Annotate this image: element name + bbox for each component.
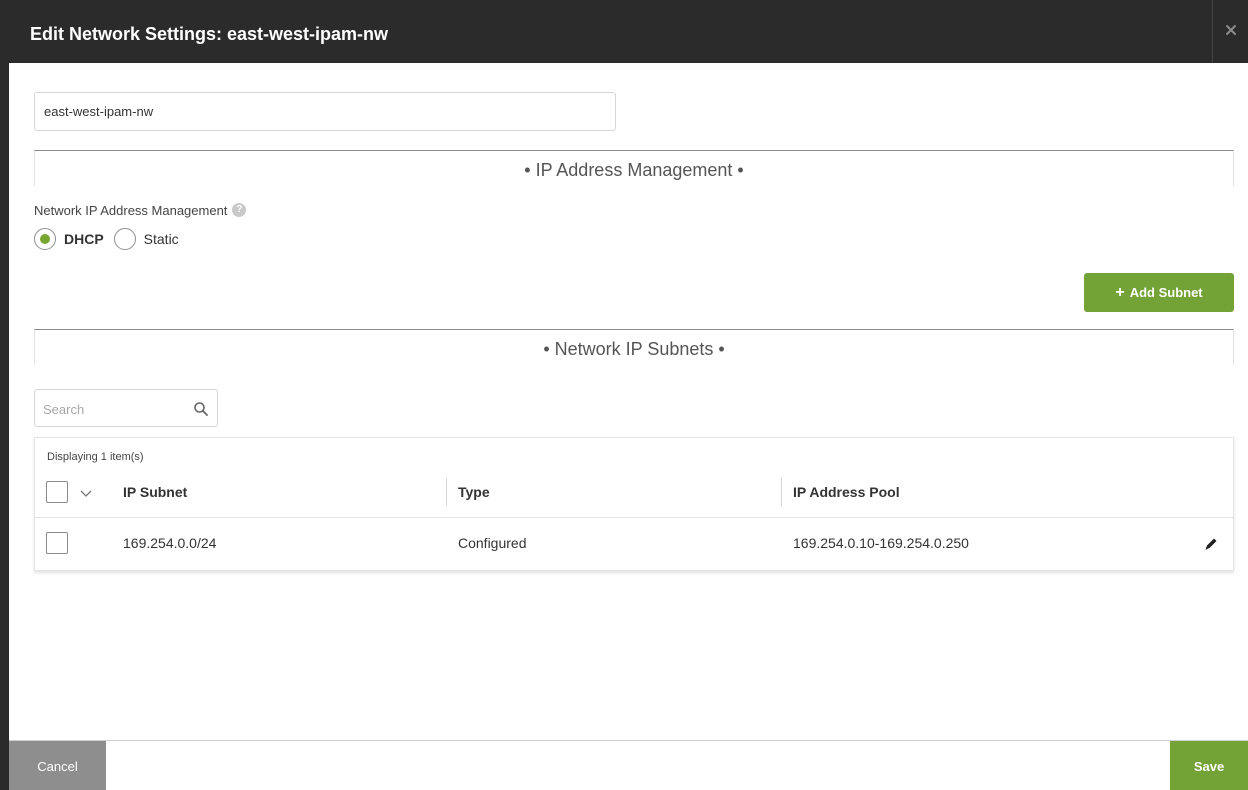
save-button[interactable]: Save: [1170, 741, 1248, 790]
ipam-section-title: • IP Address Management •: [524, 160, 744, 180]
pencil-edit-icon[interactable]: [1203, 536, 1219, 552]
search-box: [34, 389, 218, 427]
add-subnet-label: Add Subnet: [1129, 285, 1203, 300]
dhcp-radio[interactable]: [34, 228, 56, 250]
plus-icon: +: [1115, 283, 1125, 301]
cell-ip-address-pool: 169.254.0.10-169.254.0.250: [793, 535, 969, 551]
subnets-section-header: • Network IP Subnets •: [34, 329, 1234, 365]
column-header-type[interactable]: Type: [458, 484, 490, 500]
static-radio[interactable]: [113, 228, 136, 250]
column-header-ip-subnet[interactable]: IP Subnet: [123, 484, 187, 500]
column-divider: [446, 478, 447, 506]
chevron-down-icon[interactable]: [79, 488, 93, 498]
dialog-footer: Cancel Save: [9, 740, 1248, 790]
table-item-count: Displaying 1 item(s): [47, 451, 144, 463]
cancel-button[interactable]: Cancel: [9, 741, 106, 790]
row-checkbox[interactable]: [46, 532, 68, 554]
table-row: 169.254.0.0/24 Configured 169.254.0.10-1…: [35, 518, 1233, 571]
search-icon[interactable]: [193, 401, 209, 417]
cell-ip-subnet: 169.254.0.0/24: [123, 535, 217, 551]
subnets-table: Displaying 1 item(s) IP Subnet Type IP A…: [34, 437, 1234, 571]
column-header-ip-address-pool[interactable]: IP Address Pool: [793, 484, 900, 500]
close-button[interactable]: [1212, 0, 1248, 63]
dialog-title: Edit Network Settings: east-west-ipam-nw: [30, 24, 389, 44]
select-all-checkbox[interactable]: [46, 481, 68, 503]
add-subnet-button[interactable]: + Add Subnet: [1084, 273, 1234, 312]
ipam-field-label-row: Network IP Address Management ?: [34, 201, 247, 219]
close-icon: [1226, 25, 1236, 35]
cell-type: Configured: [458, 535, 527, 551]
dialog-header: Edit Network Settings: east-west-ipam-nw: [9, 0, 1248, 63]
network-name-input[interactable]: [34, 92, 616, 131]
ipam-field-label: Network IP Address Management: [34, 202, 228, 218]
column-divider: [781, 478, 782, 506]
help-icon[interactable]: ?: [232, 203, 247, 217]
dhcp-radio-label[interactable]: DHCP: [64, 231, 104, 247]
search-input[interactable]: [43, 399, 183, 419]
ipam-section-header: • IP Address Management •: [34, 150, 1234, 186]
static-radio-label[interactable]: Static: [144, 231, 179, 247]
ipam-radio-group: DHCP Static: [34, 227, 189, 251]
left-window-edge: [0, 0, 9, 790]
subnets-section-title: • Network IP Subnets •: [543, 339, 725, 359]
table-header-row: IP Subnet Type IP Address Pool: [35, 469, 1233, 518]
